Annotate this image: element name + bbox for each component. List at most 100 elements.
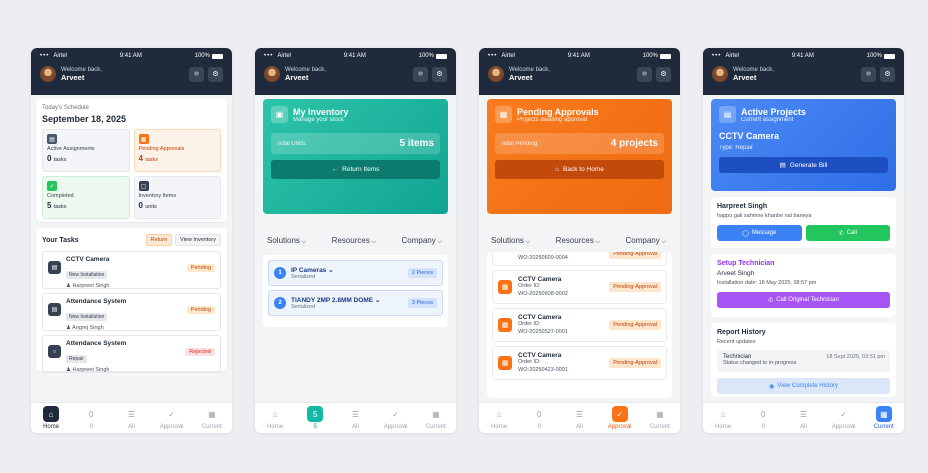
task-item[interactable]: ▤ CCTV Camera New Installation ♟ Harpree… <box>42 251 221 289</box>
return-items-button[interactable]: ← Return Items <box>271 160 440 179</box>
avatar[interactable] <box>40 66 56 82</box>
tile-completed[interactable]: ✓ Completed 5 tasks <box>42 176 130 219</box>
nav-home[interactable]: ⌂ Home <box>34 406 68 430</box>
nav-label: Approval <box>383 424 408 430</box>
call-original-technician-button[interactable]: ✆ Call Original Technician <box>717 292 890 308</box>
hero-subtitle: Manage your stock <box>293 116 344 123</box>
eye-icon: ◉ <box>769 383 775 390</box>
nav-label: All <box>800 424 807 430</box>
approval-item[interactable]: ▦ CCTV Camera Order ID: WO-20250527-0001… <box>492 308 667 342</box>
total-units: Total Units: 5 items <box>271 133 440 154</box>
inventory-item[interactable]: 2 TIANDY 2MP 2.8MM DOME ⌄ Serialized 3 P… <box>268 290 443 316</box>
task-person: Harpreet Singh <box>72 367 110 373</box>
phone-icon: ✆ <box>838 230 844 237</box>
back-to-home-button[interactable]: ⌂ Back to Home <box>495 160 664 179</box>
tile-title: Pending Approvals <box>138 146 185 152</box>
menu-resources[interactable]: Resources <box>332 236 376 246</box>
calendar-icon: ▦ <box>495 106 512 123</box>
bell-icon[interactable]: ⚛ <box>413 66 428 82</box>
nav-approval[interactable]: ✓ Approval <box>827 406 861 431</box>
nav-approval[interactable]: ✓ Approval <box>155 406 189 431</box>
nav-current[interactable]: ▦ Current <box>643 406 677 431</box>
gear-icon[interactable]: ⚙ <box>880 66 895 82</box>
chevron-down-icon[interactable]: ⌄ <box>375 297 380 304</box>
bell-icon[interactable]: ⚛ <box>637 66 652 82</box>
item-name: TIANDY 2MP 2.8MM DOME <box>291 297 374 304</box>
tile-active-assignments[interactable]: ▤ Active Assignments 0 tasks <box>42 129 130 172</box>
nav-approval[interactable]: ✓ Approval <box>603 406 637 430</box>
status-bar: ••• Airtel 9:41 AM 100% <box>712 48 895 64</box>
task-type: Repair <box>66 355 87 363</box>
tile-pending-approvals[interactable]: ▦ Pending Approvals 4 tasks <box>133 129 221 172</box>
nav-label: Home <box>267 424 284 430</box>
nav-label: 0 <box>761 424 765 430</box>
task-item[interactable]: ○ Attendance System Repair ♟ Harpreet Si… <box>42 335 221 373</box>
nav-all[interactable]: ☰ All <box>562 406 596 431</box>
nav-current[interactable]: ▦ Current <box>195 406 229 431</box>
approval-item[interactable]: ▦ CCTV Camera Order ID: WO-20250423-0001… <box>492 346 667 380</box>
tile-unit: tasks <box>53 157 67 163</box>
view-inventory-button[interactable]: View Inventory <box>175 234 221 246</box>
task-type: New Installation <box>66 313 108 321</box>
task-item[interactable]: ▤ Attendance System New Installation ♟ A… <box>42 293 221 331</box>
nav-home[interactable]: ⌂ Home <box>482 406 516 431</box>
nav-count[interactable]: 00 <box>74 406 108 431</box>
button-label: Call Original Technician <box>776 297 839 303</box>
menu-company[interactable]: Company <box>626 236 666 246</box>
call-button[interactable]: ✆ Call <box>805 225 890 241</box>
hero-title: My Inventory <box>293 106 349 117</box>
home-icon: ⌂ <box>720 409 726 419</box>
hero-subtitle: Current assignment <box>741 116 794 123</box>
item-sub: Serialized <box>291 274 316 280</box>
nav-current[interactable]: ▦ Current <box>419 406 453 431</box>
menu-solutions[interactable]: Solutions <box>267 236 306 246</box>
approval-item[interactable]: ▦ CCTV Camera Order ID: WO-20250608-0002… <box>492 270 667 304</box>
bell-icon[interactable]: ⚛ <box>861 66 876 82</box>
carrier: Airtel <box>53 53 67 59</box>
user-name: Arveet <box>733 72 757 82</box>
nav-home[interactable]: ⌂ Home <box>258 406 292 431</box>
menu-solutions[interactable]: Solutions <box>491 236 530 246</box>
menu-resources[interactable]: Resources <box>556 236 600 246</box>
avatar[interactable] <box>488 66 504 82</box>
message-button[interactable]: ◯ Message <box>717 225 802 241</box>
chevron-down-icon[interactable]: ⌄ <box>328 267 333 274</box>
calendar-icon: ▦ <box>498 318 512 332</box>
view-complete-history-button[interactable]: ◉ View Complete History <box>717 378 890 394</box>
nav-all[interactable]: ☰ All <box>114 406 148 431</box>
tile-value: 4 <box>138 154 143 163</box>
menu-company[interactable]: Company <box>402 236 442 246</box>
avatar[interactable] <box>264 66 280 82</box>
check-icon: ✓ <box>840 409 847 419</box>
approvals-list[interactable]: WO-20250609-0004 Pending-Approval ▦ CCTV… <box>487 252 672 398</box>
inventory-item[interactable]: 1 IP Cameras ⌄ Serialized 2 Pieces <box>268 260 443 286</box>
total-value: 5 items <box>399 138 434 149</box>
item-number: 1 <box>274 267 286 279</box>
nav-label: Approval <box>831 424 856 430</box>
nav-all[interactable]: ☰ All <box>338 406 372 431</box>
nav-count[interactable]: 00 <box>746 406 780 431</box>
tasks-card: Your Tasks Return View Inventory ▤ CCTV … <box>36 228 227 373</box>
nav-label: All <box>352 424 359 430</box>
generate-bill-button[interactable]: ▤ Generate Bill <box>719 157 888 173</box>
gear-icon[interactable]: ⚙ <box>432 66 447 82</box>
avatar[interactable] <box>712 66 728 82</box>
return-button[interactable]: Return <box>145 234 173 246</box>
gear-icon[interactable]: ⚙ <box>656 66 671 82</box>
list-icon: ☰ <box>351 409 360 419</box>
bell-icon[interactable]: ⚛ <box>189 66 204 82</box>
nav-home[interactable]: ⌂ Home <box>706 406 740 431</box>
nav-all[interactable]: ☰ All <box>786 406 820 431</box>
nav-approval[interactable]: ✓ Approval <box>379 406 413 431</box>
tile-inventory-items[interactable]: ▢ Inventory Items 0 units <box>133 176 221 219</box>
receipt-icon: ▤ <box>779 162 786 169</box>
nav-count[interactable]: 55 <box>298 406 332 430</box>
tech-name: Arveet Singh <box>717 270 755 277</box>
nav-current[interactable]: ▦ Current <box>867 406 901 430</box>
signal-icon: ••• <box>488 53 498 59</box>
tile-title: Active Assignments <box>47 146 95 152</box>
list-item-partial[interactable]: WO-20250609-0004 Pending-Approval <box>492 252 667 266</box>
gear-icon[interactable]: ⚙ <box>208 66 223 82</box>
nav-count[interactable]: 00 <box>522 406 556 431</box>
check-icon: ✓ <box>611 406 628 422</box>
